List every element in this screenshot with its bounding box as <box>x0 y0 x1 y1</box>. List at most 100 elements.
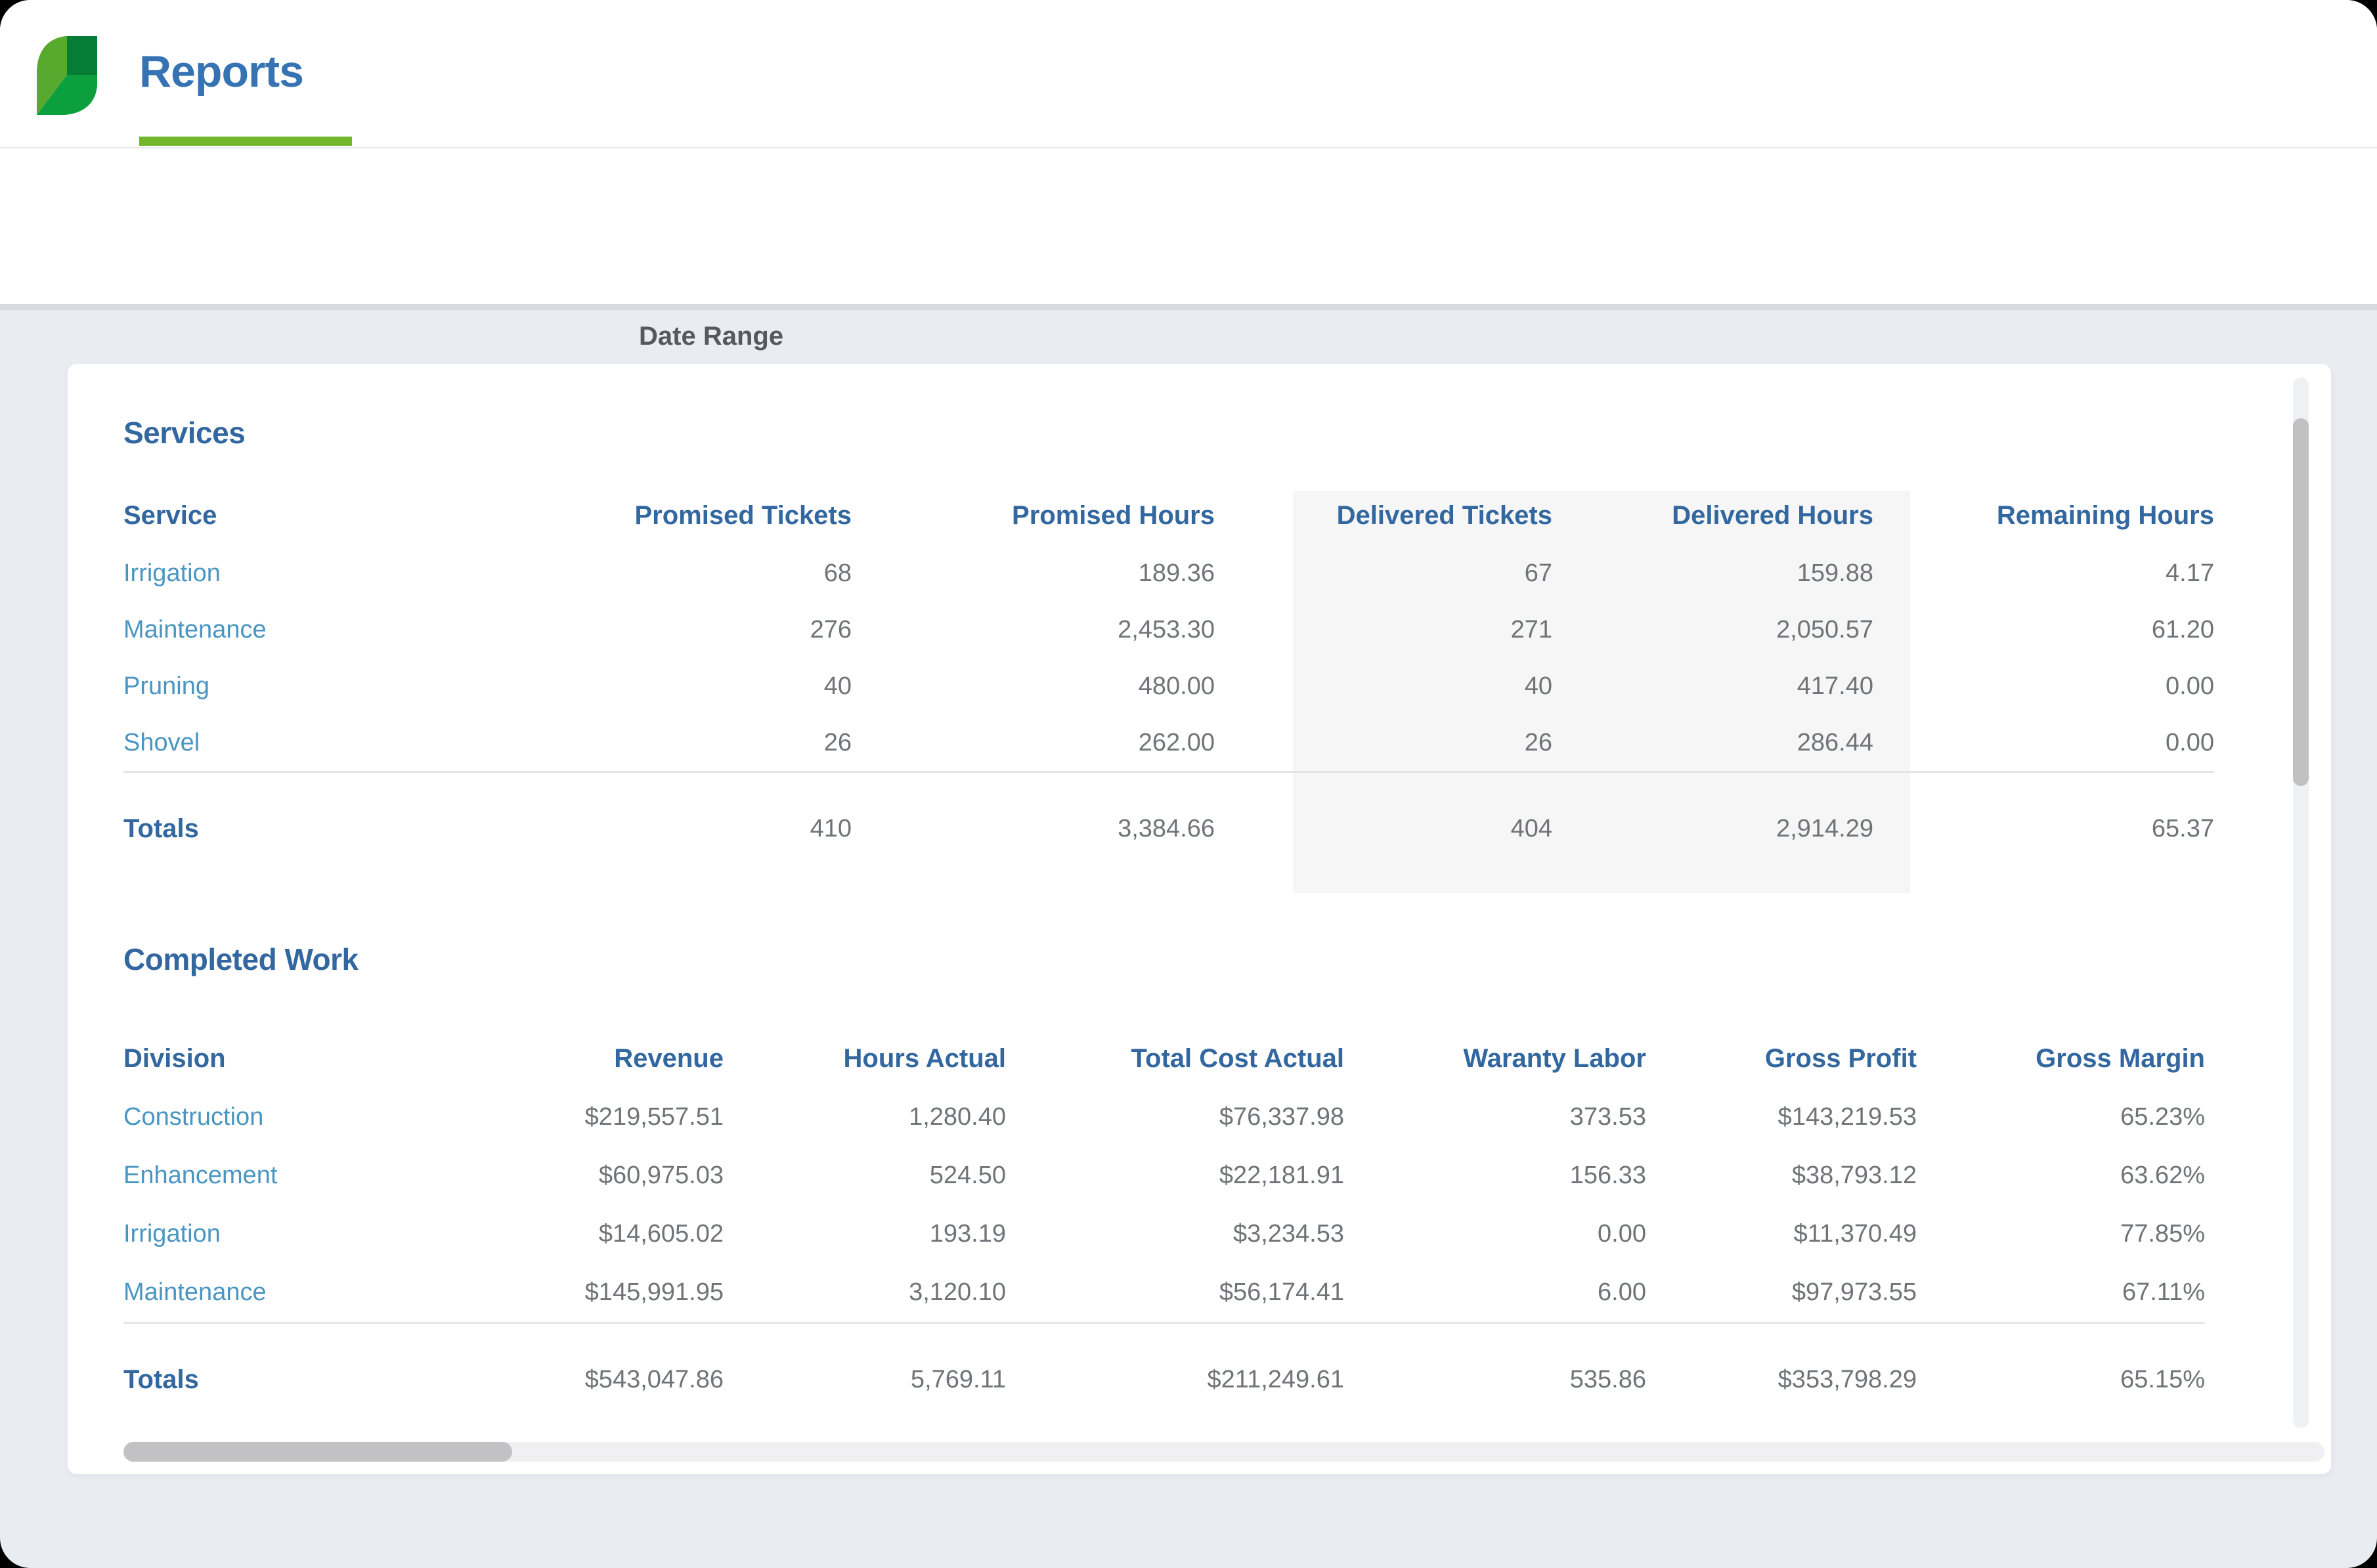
table-row: Maintenance $145,991.95 3,120.10 $56,174… <box>123 1263 2205 1323</box>
table-cell: $76,337.98 <box>1006 1088 1344 1146</box>
table-cell: 26 <box>1215 714 1552 772</box>
col-header-gross-profit: Gross Profit <box>1646 1029 1917 1088</box>
table-cell: 524.50 <box>724 1146 1006 1205</box>
table-row: Pruning 40 480.00 40 417.40 0.00 <box>123 658 2214 714</box>
table-cell: 262.00 <box>852 714 1215 772</box>
table-cell: 65.15% <box>1917 1350 2205 1409</box>
table-cell: $353,798.29 <box>1646 1350 1917 1409</box>
table-cell: 5,769.11 <box>724 1350 1006 1409</box>
vertical-scrollbar-thumb[interactable] <box>2293 418 2309 786</box>
table-cell: 65.37 <box>1873 799 2214 858</box>
table-cell: 40 <box>591 658 852 714</box>
service-link[interactable]: Shovel <box>123 714 591 772</box>
col-header-remaining-hours: Remaining Hours <box>1873 486 2214 545</box>
table-cell: 0.00 <box>1344 1205 1646 1263</box>
col-header-waranty-labor: Waranty Labor <box>1344 1029 1646 1088</box>
table-cell: 3,384.66 <box>852 799 1215 858</box>
col-header-service: Service <box>123 486 591 545</box>
totals-divider <box>123 772 2214 800</box>
col-header-revenue: Revenue <box>460 1029 724 1088</box>
table-cell: 410 <box>591 799 852 858</box>
totals-divider <box>123 1323 2205 1351</box>
table-row: Maintenance 276 2,453.30 271 2,050.57 61… <box>123 601 2214 658</box>
col-header-gross-margin: Gross Margin <box>1917 1029 2205 1088</box>
services-table: Service Promised Tickets Promised Hours … <box>123 486 2214 858</box>
horizontal-scrollbar-thumb[interactable] <box>123 1442 512 1462</box>
table-cell: $219,557.51 <box>460 1088 724 1146</box>
table-cell: $14,605.02 <box>460 1205 724 1263</box>
totals-label: Totals <box>123 1350 460 1409</box>
table-cell: 373.53 <box>1344 1088 1646 1146</box>
totals-label: Totals <box>123 799 591 858</box>
table-cell: 68 <box>591 545 852 601</box>
table-cell: $543,047.86 <box>460 1350 724 1409</box>
table-cell: 65.23% <box>1917 1088 2205 1146</box>
table-cell: 67.11% <box>1917 1263 2205 1323</box>
table-cell: 67 <box>1215 545 1552 601</box>
table-cell: 159.88 <box>1552 545 1873 601</box>
date-range-label: Date Range <box>639 322 783 351</box>
services-section-heading: Services <box>123 415 245 450</box>
leaf-logo-icon[interactable] <box>37 35 97 116</box>
division-link[interactable]: Enhancement <box>123 1146 460 1205</box>
col-header-promised-hours: Promised Hours <box>852 486 1215 545</box>
table-cell: $145,991.95 <box>460 1263 724 1323</box>
table-cell: 3,120.10 <box>724 1263 1006 1323</box>
table-cell: 1,280.40 <box>724 1088 1006 1146</box>
table-cell: $97,973.55 <box>1646 1263 1917 1323</box>
table-cell: 0.00 <box>1873 658 2214 714</box>
services-totals-row: Totals 410 3,384.66 404 2,914.29 65.37 <box>123 799 2214 858</box>
table-cell: 63.62% <box>1917 1146 2205 1205</box>
service-link[interactable]: Irrigation <box>123 545 591 601</box>
service-link[interactable]: Pruning <box>123 658 591 714</box>
table-cell: 2,914.29 <box>1552 799 1873 858</box>
app-window: Reports Full Property Wizard Date Range … <box>0 0 2377 1568</box>
table-cell: 276 <box>591 601 852 658</box>
horizontal-scrollbar-track[interactable] <box>123 1442 2324 1462</box>
filter-bar: Full Property Wizard Date Range Custom-L… <box>0 148 2377 310</box>
table-cell: $143,219.53 <box>1646 1088 1917 1146</box>
table-row: Shovel 26 262.00 26 286.44 0.00 <box>123 714 2214 772</box>
table-row: Enhancement $60,975.03 524.50 $22,181.91… <box>123 1146 2205 1205</box>
completed-work-totals-row: Totals $543,047.86 5,769.11 $211,249.61 … <box>123 1350 2205 1409</box>
table-cell: $11,370.49 <box>1646 1205 1917 1263</box>
table-cell: $60,975.03 <box>460 1146 724 1205</box>
active-tab-underline <box>139 137 352 146</box>
col-header-hours-actual: Hours Actual <box>724 1029 1006 1088</box>
table-cell: 2,050.57 <box>1552 601 1873 658</box>
table-cell: 480.00 <box>852 658 1215 714</box>
division-link[interactable]: Construction <box>123 1088 460 1146</box>
completed-work-section-heading: Completed Work <box>123 942 359 977</box>
table-cell: $211,249.61 <box>1006 1350 1344 1409</box>
table-cell: 77.85% <box>1917 1205 2205 1263</box>
table-cell: 535.86 <box>1344 1350 1646 1409</box>
table-cell: 404 <box>1215 799 1552 858</box>
col-header-total-cost-actual: Total Cost Actual <box>1006 1029 1344 1088</box>
col-header-promised-tickets: Promised Tickets <box>591 486 852 545</box>
division-link[interactable]: Irrigation <box>123 1205 460 1263</box>
app-header: Reports <box>0 0 2377 148</box>
table-row: Irrigation $14,605.02 193.19 $3,234.53 0… <box>123 1205 2205 1263</box>
table-cell: 271 <box>1215 601 1552 658</box>
vertical-scrollbar-track[interactable] <box>2293 378 2309 1428</box>
col-header-division: Division <box>123 1029 460 1088</box>
col-header-delivered-hours: Delivered Hours <box>1552 486 1873 545</box>
table-cell: 6.00 <box>1344 1263 1646 1323</box>
table-cell: $38,793.12 <box>1646 1146 1917 1205</box>
report-card: Services Service Promised Tickets Promis… <box>68 364 2331 1474</box>
table-cell: $22,181.91 <box>1006 1146 1344 1205</box>
table-cell: 189.36 <box>852 545 1215 601</box>
division-link[interactable]: Maintenance <box>123 1263 460 1323</box>
table-cell: $3,234.53 <box>1006 1205 1344 1263</box>
service-link[interactable]: Maintenance <box>123 601 591 658</box>
table-cell: $56,174.41 <box>1006 1263 1344 1323</box>
col-header-delivered-tickets: Delivered Tickets <box>1215 486 1552 545</box>
services-header-row: Service Promised Tickets Promised Hours … <box>123 486 2214 545</box>
table-row: Construction $219,557.51 1,280.40 $76,33… <box>123 1088 2205 1146</box>
completed-work-header-row: Division Revenue Hours Actual Total Cost… <box>123 1029 2205 1088</box>
table-cell: 417.40 <box>1552 658 1873 714</box>
page-title[interactable]: Reports <box>139 46 303 97</box>
table-row: Irrigation 68 189.36 67 159.88 4.17 <box>123 545 2214 601</box>
table-cell: 0.00 <box>1873 714 2214 772</box>
table-cell: 61.20 <box>1873 601 2214 658</box>
